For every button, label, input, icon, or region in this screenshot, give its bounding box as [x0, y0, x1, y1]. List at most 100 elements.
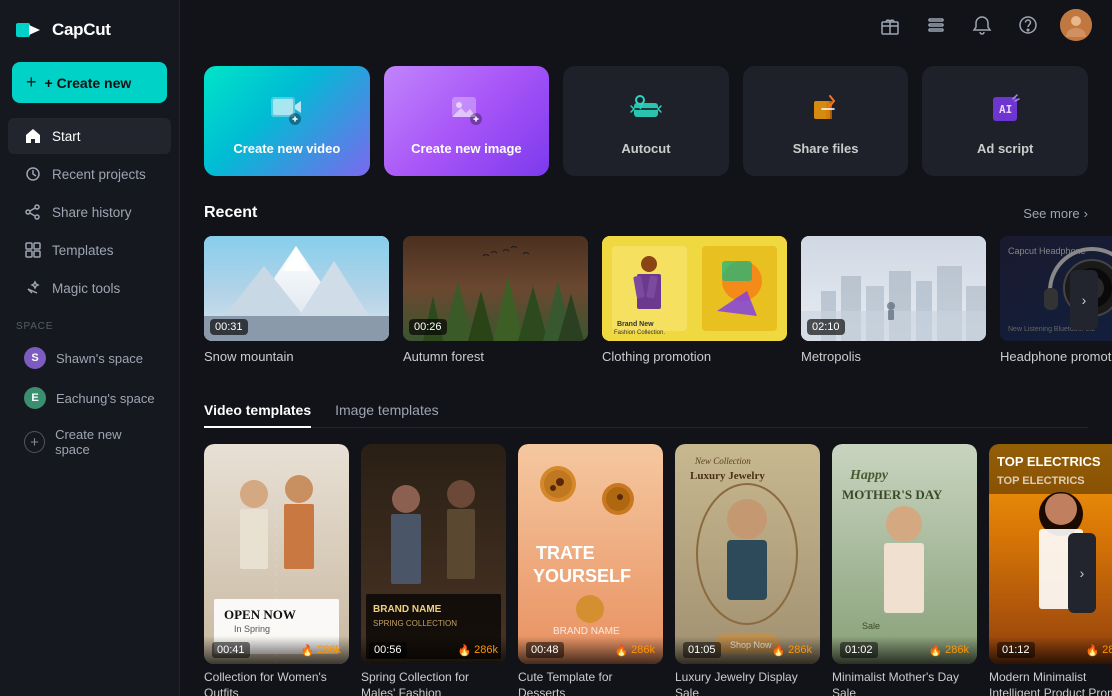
sidebar-item-start[interactable]: Start	[8, 118, 171, 154]
eachung-label: Eachung's space	[56, 391, 155, 406]
template-scroll-right[interactable]: ›	[1068, 533, 1096, 613]
headphone-name: Headphone promotion	[1000, 349, 1112, 364]
svg-text:Luxury Jewelry: Luxury Jewelry	[690, 470, 765, 482]
clothing-name: Clothing promotion	[602, 349, 787, 364]
recent-item-snow[interactable]: 00:31 Snow mountain	[204, 236, 389, 364]
recent-grid: 00:31 Snow mountain	[204, 236, 1088, 364]
clothing-thumbnail: Brand New Fashion Collection.	[602, 236, 787, 341]
svg-text:TOP ELECTRICS: TOP ELECTRICS	[997, 454, 1101, 469]
video-icon	[265, 87, 309, 131]
ad-script-card[interactable]: AI Ad script	[922, 66, 1088, 176]
svg-text:Sale: Sale	[862, 621, 880, 631]
template-2-meta: 00:56 🔥 286k	[361, 636, 506, 664]
share-files-card[interactable]: Share files	[743, 66, 909, 176]
template-1-name: Collection for Women's Outfits	[204, 670, 349, 696]
help-icon[interactable]	[1014, 11, 1042, 39]
template-4-name: Luxury Jewelry Display Sale	[675, 670, 820, 696]
logo-text: CapCut	[52, 20, 111, 40]
template-5-fire: 🔥 286k	[928, 644, 969, 657]
forest-name: Autumn forest	[403, 349, 588, 364]
create-video-label: Create new video	[233, 141, 340, 156]
svg-text:TOP ELECTRICS: TOP ELECTRICS	[997, 475, 1085, 487]
forest-duration: 00:26	[409, 319, 447, 335]
template-2-name: Spring Collection for Males' Fashion	[361, 670, 506, 696]
autocut-icon	[624, 87, 668, 131]
svg-text:TRATE: TRATE	[536, 543, 595, 563]
template-thumb-2: BRAND NAME SPRING COLLECTION 00:56 🔥 286…	[361, 444, 506, 664]
shawn-avatar: S	[24, 347, 46, 369]
sidebar-item-recent[interactable]: Recent projects	[8, 156, 171, 192]
gift-icon[interactable]	[876, 11, 904, 39]
template-thumb-4: New Collection Luxury Jewelry Shop Now 0…	[675, 444, 820, 664]
share-icon	[24, 203, 42, 221]
template-item-3[interactable]: TRATE YOURSELF BRAND NAME 00:48 🔥 286k C…	[518, 444, 663, 696]
tab-video-templates[interactable]: Video templates	[204, 394, 311, 428]
create-video-card[interactable]: Create new video	[204, 66, 370, 176]
space-eachung[interactable]: E Eachung's space	[8, 379, 171, 417]
svg-text:SPRING COLLECTION: SPRING COLLECTION	[373, 619, 457, 628]
plus-icon: +	[26, 72, 37, 93]
template-1-duration: 00:41	[212, 642, 250, 658]
ad-script-icon: AI	[983, 87, 1027, 131]
templates-label: Templates	[52, 243, 114, 258]
template-item-2[interactable]: BRAND NAME SPRING COLLECTION 00:56 🔥 286…	[361, 444, 506, 696]
metro-thumbnail: 02:10	[801, 236, 986, 341]
autocut-card[interactable]: Autocut	[563, 66, 729, 176]
magic-label: Magic tools	[52, 281, 120, 296]
shawn-label: Shawn's space	[56, 351, 143, 366]
logo-icon	[16, 20, 44, 40]
template-5-duration: 01:02	[840, 642, 878, 658]
bell-icon[interactable]	[968, 11, 996, 39]
forest-thumbnail: 00:26	[403, 236, 588, 341]
see-more-button[interactable]: See more ›	[1023, 206, 1088, 221]
grid-icon	[24, 241, 42, 259]
template-3-name: Cute Template for Desserts	[518, 670, 663, 696]
template-item-1[interactable]: OPEN NOW In Spring 00:41 🔥 286k Collecti…	[204, 444, 349, 696]
space-shawn[interactable]: S Shawn's space	[8, 339, 171, 377]
svg-text:AI: AI	[999, 103, 1012, 116]
user-avatar[interactable]	[1060, 9, 1092, 41]
snow-name: Snow mountain	[204, 349, 389, 364]
create-image-label: Create new image	[411, 141, 522, 156]
template-item-4[interactable]: New Collection Luxury Jewelry Shop Now 0…	[675, 444, 820, 696]
template-4-meta: 01:05 🔥 286k	[675, 636, 820, 664]
template-4-duration: 01:05	[683, 642, 721, 658]
autocut-label: Autocut	[621, 141, 670, 156]
recent-item-clothing[interactable]: Brand New Fashion Collection. Clothing p…	[602, 236, 787, 364]
template-2-fire: 🔥 286k	[457, 644, 498, 657]
tab-image-templates[interactable]: Image templates	[335, 394, 439, 428]
image-icon	[444, 87, 488, 131]
template-6-name: Modern Minimalist Intelligent Product Pr…	[989, 670, 1112, 696]
svg-text:Fashion Collection.: Fashion Collection.	[614, 330, 665, 336]
create-new-button[interactable]: + + Create new	[12, 62, 167, 103]
sidebar-item-magic[interactable]: Magic tools	[8, 270, 171, 306]
template-thumb-3: TRATE YOURSELF BRAND NAME 00:48 🔥 286k	[518, 444, 663, 664]
recent-section-header: Recent See more ›	[204, 204, 1088, 222]
recent-item-metro[interactable]: 02:10 Metropolis	[801, 236, 986, 364]
add-space-icon: +	[24, 431, 45, 453]
svg-text:In Spring: In Spring	[234, 624, 270, 634]
sidebar-item-templates[interactable]: Templates	[8, 232, 171, 268]
svg-text:Brand New: Brand New	[617, 321, 654, 328]
svg-text:New Collection: New Collection	[694, 456, 751, 466]
sidebar-item-history[interactable]: Share history	[8, 194, 171, 230]
svg-text:YOURSELF: YOURSELF	[533, 566, 631, 586]
template-tabs: Video templates Image templates	[204, 394, 1088, 428]
clock-icon	[24, 165, 42, 183]
main-content: Create new video Create new image	[180, 0, 1112, 696]
metro-name: Metropolis	[801, 349, 986, 364]
list-icon[interactable]	[922, 11, 950, 39]
template-item-5[interactable]: Happy MOTHER'S DAY Sale 01:02 🔥 286k Min…	[832, 444, 977, 696]
recent-item-forest[interactable]: 00:26 Autumn forest	[403, 236, 588, 364]
template-6-meta: 01:12 🔥 286k	[989, 636, 1112, 664]
recent-scroll-right[interactable]: ›	[1070, 270, 1098, 330]
create-space-button[interactable]: + Create new space	[8, 419, 171, 465]
svg-text:MOTHER'S DAY: MOTHER'S DAY	[842, 487, 943, 502]
template-6-fire: 🔥 286k	[1085, 644, 1112, 657]
create-image-card[interactable]: Create new image	[384, 66, 550, 176]
svg-text:OPEN NOW: OPEN NOW	[224, 607, 296, 622]
template-4-fire: 🔥 286k	[771, 644, 812, 657]
create-space-label: Create new space	[55, 427, 155, 457]
template-thumb-5: Happy MOTHER'S DAY Sale 01:02 🔥 286k	[832, 444, 977, 664]
template-1-fire: 🔥 286k	[300, 644, 341, 657]
